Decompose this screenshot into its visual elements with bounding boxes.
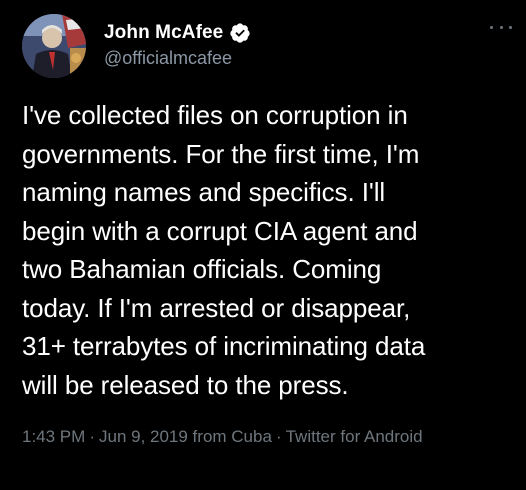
- verified-badge-icon: [229, 22, 251, 44]
- more-options-icon[interactable]: [490, 22, 512, 32]
- more-dot-icon: [509, 25, 512, 29]
- meta-separator: ·: [89, 427, 95, 446]
- tweet-date[interactable]: Jun 9, 2019 from Cuba: [99, 427, 272, 446]
- author-display-name[interactable]: John McAfee: [104, 22, 223, 44]
- avatar-image: [22, 14, 86, 78]
- meta-separator: ·: [275, 427, 282, 446]
- tweet-client[interactable]: Twitter for Android: [286, 427, 423, 446]
- tweet-text: I've collected files on corruption in go…: [22, 100, 426, 400]
- author-name-row: John McAfee: [104, 22, 251, 44]
- tweet-card: John McAfee @officialmcafee I've collect…: [0, 0, 526, 490]
- avatar[interactable]: [22, 14, 86, 78]
- more-dot-icon: [499, 25, 503, 29]
- tweet-time[interactable]: 1:43 PM: [22, 427, 85, 446]
- more-dot-icon: [490, 25, 493, 29]
- tweet-meta: 1:43 PM · Jun 9, 2019 from Cuba · Twitter fo…: [22, 424, 492, 450]
- author-handle[interactable]: @officialmcafee: [104, 48, 232, 69]
